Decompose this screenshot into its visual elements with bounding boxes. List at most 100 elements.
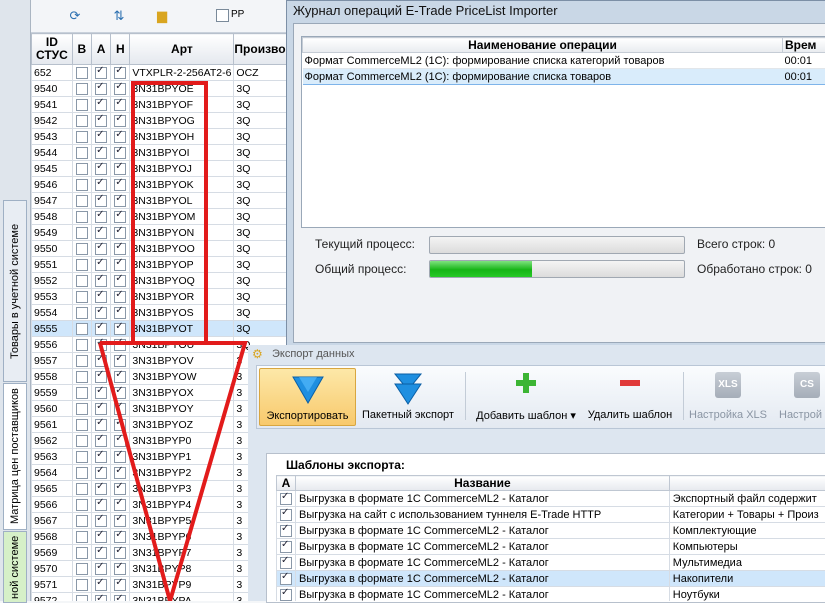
b-checkbox[interactable]: [76, 515, 88, 527]
b-checkbox[interactable]: [76, 83, 88, 95]
table-row[interactable]: Выгрузка в формате 1С CommerceML2 - Ката…: [277, 587, 825, 602]
b-checkbox[interactable]: [76, 595, 88, 601]
b-checkbox[interactable]: [76, 179, 88, 191]
b-checkbox[interactable]: [76, 227, 88, 239]
h-checkbox[interactable]: [114, 275, 126, 287]
col-header-h[interactable]: Н: [111, 34, 130, 65]
b-checkbox[interactable]: [76, 243, 88, 255]
a-checkbox[interactable]: [95, 563, 107, 575]
table-row[interactable]: 95503N31BPYOO3Q: [32, 241, 291, 257]
table-row[interactable]: 95493N31BPYON3Q: [32, 225, 291, 241]
h-checkbox[interactable]: [114, 163, 126, 175]
col-header-active[interactable]: А: [277, 476, 296, 491]
a-checkbox[interactable]: [95, 291, 107, 303]
table-row[interactable]: 95443N31BPYOI3Q: [32, 145, 291, 161]
h-checkbox[interactable]: [114, 115, 126, 127]
batch-export-button[interactable]: Пакетный экспорт: [356, 368, 460, 424]
b-checkbox[interactable]: [76, 275, 88, 287]
a-checkbox[interactable]: [95, 323, 107, 335]
a-checkbox[interactable]: [95, 115, 107, 127]
b-checkbox[interactable]: [76, 211, 88, 223]
h-checkbox[interactable]: [114, 67, 126, 79]
a-checkbox[interactable]: [95, 579, 107, 591]
table-row[interactable]: Выгрузка в формате 1С CommerceML2 - Ката…: [277, 571, 825, 587]
h-checkbox[interactable]: [114, 531, 126, 543]
b-checkbox[interactable]: [76, 451, 88, 463]
a-checkbox[interactable]: [95, 147, 107, 159]
h-checkbox[interactable]: [114, 403, 126, 415]
b-checkbox[interactable]: [76, 499, 88, 511]
h-checkbox[interactable]: [114, 371, 126, 383]
refresh-icon[interactable]: ⟳: [67, 8, 83, 24]
a-checkbox[interactable]: [95, 131, 107, 143]
b-checkbox[interactable]: [76, 67, 88, 79]
b-checkbox[interactable]: [76, 467, 88, 479]
b-checkbox[interactable]: [76, 339, 88, 351]
table-row[interactable]: 95513N31BPYOP3Q: [32, 257, 291, 273]
h-checkbox[interactable]: [114, 435, 126, 447]
h-checkbox[interactable]: [114, 83, 126, 95]
b-checkbox[interactable]: [76, 195, 88, 207]
b-checkbox[interactable]: [76, 147, 88, 159]
template-active-checkbox[interactable]: [280, 541, 292, 553]
b-checkbox[interactable]: [76, 371, 88, 383]
h-checkbox[interactable]: [114, 483, 126, 495]
a-checkbox[interactable]: [95, 307, 107, 319]
table-row[interactable]: 95453N31BPYOJ3Q: [32, 161, 291, 177]
col-header-art[interactable]: Арт: [130, 34, 234, 65]
a-checkbox[interactable]: [95, 259, 107, 271]
template-active-checkbox[interactable]: [280, 493, 292, 505]
table-row[interactable]: 95463N31BPYOK3Q: [32, 177, 291, 193]
b-checkbox[interactable]: [76, 163, 88, 175]
h-checkbox[interactable]: [114, 547, 126, 559]
a-checkbox[interactable]: [95, 467, 107, 479]
b-checkbox[interactable]: [76, 307, 88, 319]
table-row[interactable]: 95473N31BPYOL3Q: [32, 193, 291, 209]
table-row[interactable]: 95413N31BPYOF3Q: [32, 97, 291, 113]
h-checkbox[interactable]: [114, 291, 126, 303]
a-checkbox[interactable]: [95, 163, 107, 175]
add-template-button[interactable]: Добавить шаблон ▾: [471, 368, 581, 424]
b-checkbox[interactable]: [76, 259, 88, 271]
a-checkbox[interactable]: [95, 451, 107, 463]
b-checkbox[interactable]: [76, 547, 88, 559]
col-header-maker[interactable]: Произво: [234, 34, 291, 65]
a-checkbox[interactable]: [95, 547, 107, 559]
h-checkbox[interactable]: [114, 195, 126, 207]
table-row[interactable]: Выгрузка в формате 1С CommerceML2 - Ката…: [277, 539, 825, 555]
list-item[interactable]: Формат CommerceML2 (1С): формирование сп…: [303, 53, 825, 69]
h-checkbox[interactable]: [114, 323, 126, 335]
h-checkbox[interactable]: [114, 355, 126, 367]
a-checkbox[interactable]: [95, 339, 107, 351]
b-checkbox[interactable]: [76, 291, 88, 303]
table-row[interactable]: 95543N31BPYOS3Q: [32, 305, 291, 321]
b-checkbox[interactable]: [76, 531, 88, 543]
a-checkbox[interactable]: [95, 67, 107, 79]
h-checkbox[interactable]: [114, 339, 126, 351]
delete-template-button[interactable]: Удалить шаблон: [583, 368, 677, 424]
h-checkbox[interactable]: [114, 131, 126, 143]
h-checkbox[interactable]: [114, 595, 126, 601]
h-checkbox[interactable]: [114, 419, 126, 431]
table-row[interactable]: 95483N31BPYOM3Q: [32, 209, 291, 225]
template-active-checkbox[interactable]: [280, 509, 292, 521]
h-checkbox[interactable]: [114, 579, 126, 591]
a-checkbox[interactable]: [95, 195, 107, 207]
a-checkbox[interactable]: [95, 275, 107, 287]
a-checkbox[interactable]: [95, 227, 107, 239]
list-item[interactable]: Формат CommerceML2 (1С): формирование сп…: [303, 69, 825, 85]
pp-checkbox[interactable]: [216, 9, 229, 22]
template-active-checkbox[interactable]: [280, 573, 292, 585]
h-checkbox[interactable]: [114, 147, 126, 159]
tab-system[interactable]: ной системе: [3, 531, 27, 603]
table-row[interactable]: 652VTXPLR-2-256AT2-6OCZ: [32, 65, 291, 81]
b-checkbox[interactable]: [76, 483, 88, 495]
template-active-checkbox[interactable]: [280, 525, 292, 537]
b-checkbox[interactable]: [76, 115, 88, 127]
h-checkbox[interactable]: [114, 243, 126, 255]
a-checkbox[interactable]: [95, 531, 107, 543]
xls-settings-button[interactable]: XLS Настройка XLS: [687, 368, 769, 424]
template-active-checkbox[interactable]: [280, 557, 292, 569]
b-checkbox[interactable]: [76, 563, 88, 575]
h-checkbox[interactable]: [114, 179, 126, 191]
